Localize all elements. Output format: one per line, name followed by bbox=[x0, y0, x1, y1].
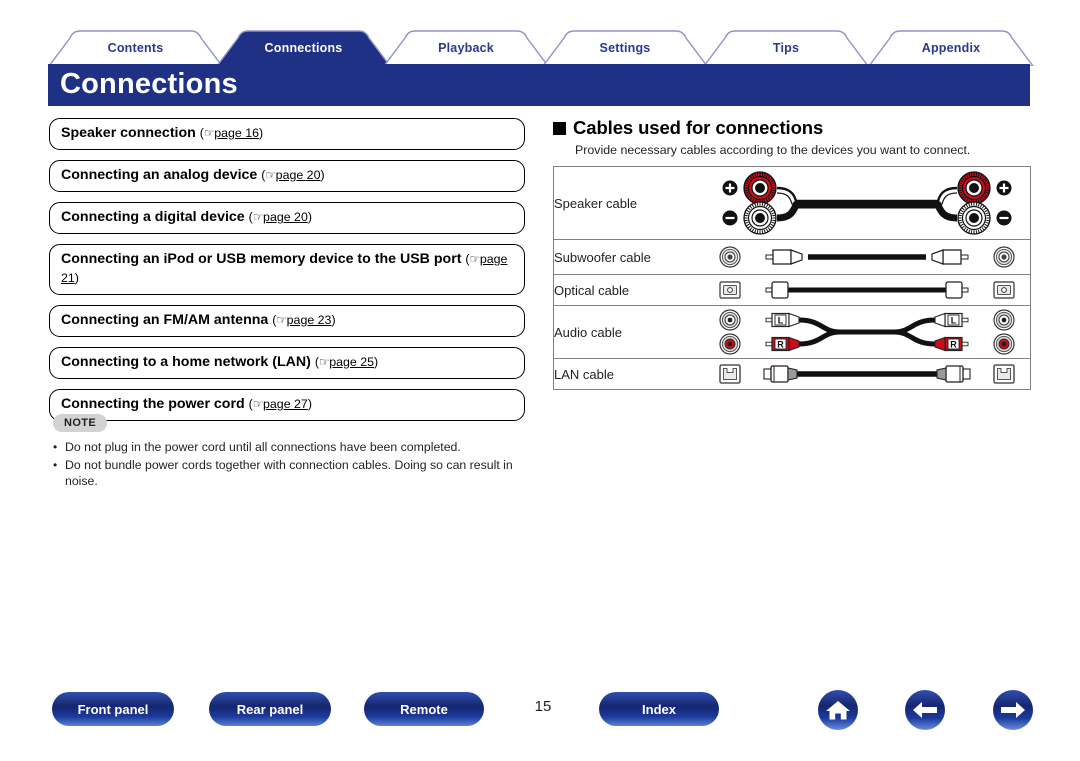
cables-section: Cables used for connections Provide nece… bbox=[553, 117, 1031, 390]
footer-button-label: Remote bbox=[400, 701, 448, 717]
section-link-ref: (☞page 20) bbox=[261, 168, 325, 182]
section-link-connecting-an-ipod-or-usb-memory-device-to-the-usb-port[interactable]: Connecting an iPod or USB memory device … bbox=[49, 244, 525, 295]
section-link-title: Connecting an FM/AM antenna bbox=[61, 312, 269, 328]
section-link-connecting-an-fm-am-antenna[interactable]: Connecting an FM/AM antenna (☞page 23) bbox=[49, 305, 525, 337]
bullet-square-icon bbox=[553, 121, 566, 135]
section-link-page: page 23 bbox=[286, 313, 332, 327]
page-title-bar: Connections bbox=[48, 64, 1030, 106]
audio-cable-diagram: L R L R bbox=[704, 306, 1031, 359]
section-link-title: Connecting an analog device bbox=[61, 167, 258, 183]
optical-cable-diagram bbox=[704, 275, 1031, 306]
svg-text:L: L bbox=[951, 315, 957, 325]
tab-label: Appendix bbox=[921, 41, 981, 55]
table-row: LAN cable bbox=[554, 359, 1031, 390]
section-link-title: Connecting a digital device bbox=[61, 209, 245, 225]
section-link-ref: (☞page 25) bbox=[314, 355, 379, 369]
section-link-title: Connecting to a home network (LAN) bbox=[61, 354, 311, 370]
section-link-speaker-connection[interactable]: Speaker connection (☞page 16) bbox=[49, 118, 525, 150]
table-row: Optical cable bbox=[553, 275, 1031, 306]
section-link-ref: (☞page 23) bbox=[272, 313, 336, 327]
pointing-hand-icon: ☞ bbox=[265, 168, 276, 182]
cable-name: Optical cable bbox=[554, 282, 630, 298]
tab-connections[interactable]: Connections bbox=[216, 30, 391, 66]
section-link-title: Connecting the power cord bbox=[61, 396, 245, 412]
section-link-page: page 25 bbox=[329, 355, 375, 369]
section-link-page: page 16 bbox=[214, 126, 259, 140]
section-link-page: page 20 bbox=[263, 210, 308, 224]
footer-button-label: Rear panel bbox=[236, 701, 304, 717]
page-number: 15 bbox=[534, 698, 552, 715]
note-item: Do not bundle power cords together with … bbox=[53, 457, 533, 490]
page-title: Connections bbox=[60, 67, 238, 100]
section-link-connecting-an-analog-device[interactable]: Connecting an analog device (☞page 20) bbox=[49, 160, 525, 192]
tab-playback[interactable]: Playback bbox=[383, 30, 549, 66]
section-link-ref: (☞page 27) bbox=[248, 397, 312, 411]
note-item: Do not plug in the power cord until all … bbox=[53, 439, 533, 456]
cable-name: LAN cable bbox=[554, 366, 614, 382]
table-row: Speaker cable bbox=[553, 167, 1031, 240]
footer-button-front-panel[interactable]: Front panel bbox=[52, 692, 174, 726]
svg-text:R: R bbox=[950, 339, 957, 349]
table-row: Subwoofer cable bbox=[553, 240, 1031, 275]
tab-label: Settings bbox=[599, 41, 651, 55]
section-link-title: Speaker connection bbox=[61, 125, 196, 141]
footer-button-rear-panel[interactable]: Rear panel bbox=[209, 692, 331, 726]
back-arrow-icon[interactable] bbox=[905, 690, 945, 730]
svg-text:L: L bbox=[778, 315, 784, 325]
home-icon[interactable] bbox=[818, 690, 858, 730]
forward-arrow-icon[interactable] bbox=[993, 690, 1033, 730]
lan-cable-diagram bbox=[704, 359, 1031, 390]
tab-label: Playback bbox=[438, 41, 494, 55]
section-link-connecting-a-digital-device[interactable]: Connecting a digital device (☞page 20) bbox=[49, 202, 525, 234]
note-block: NOTE Do not plug in the power cord until… bbox=[53, 413, 533, 491]
pointing-hand-icon: ☞ bbox=[252, 210, 264, 224]
speaker-cable-diagram bbox=[704, 167, 1031, 240]
tab-label: Connections bbox=[264, 41, 343, 55]
section-link-title: Connecting an iPod or USB memory device … bbox=[61, 251, 462, 267]
section-link-page: page 20 bbox=[275, 168, 321, 182]
cable-name: Subwoofer cable bbox=[554, 249, 651, 265]
note-badge: NOTE bbox=[53, 414, 108, 432]
cables-heading: Cables used for connections bbox=[553, 117, 1031, 139]
section-link-connecting-to-a-home-network-lan[interactable]: Connecting to a home network (LAN) (☞pag… bbox=[49, 347, 525, 379]
cables-subtitle: Provide necessary cables according to th… bbox=[575, 143, 971, 157]
tab-bar: Contents Connections Playback Settings Tips A… bbox=[48, 30, 1034, 66]
footer-button-label: Index bbox=[642, 701, 676, 717]
pointing-hand-icon: ☞ bbox=[469, 252, 481, 266]
tab-contents[interactable]: Contents bbox=[48, 30, 223, 66]
note-list: Do not plug in the power cord until all … bbox=[53, 439, 533, 490]
footer-button-remote[interactable]: Remote bbox=[364, 692, 484, 726]
footer-button-label: Front panel bbox=[77, 701, 149, 717]
tab-settings[interactable]: Settings bbox=[542, 30, 708, 66]
pointing-hand-icon: ☞ bbox=[318, 355, 330, 369]
section-link-page: page 27 bbox=[263, 397, 308, 411]
cable-name: Speaker cable bbox=[554, 195, 638, 211]
section-link-list: Speaker connection (☞page 16) Connecting … bbox=[49, 118, 525, 431]
cable-name: Audio cable bbox=[554, 324, 622, 340]
table-row: Audio cable L R L R bbox=[553, 306, 1031, 359]
subwoofer-cable-diagram bbox=[704, 240, 1031, 275]
pointing-hand-icon: ☞ bbox=[252, 397, 264, 411]
footer-button-index[interactable]: Index bbox=[599, 692, 719, 726]
tab-appendix[interactable]: Appendix bbox=[868, 30, 1034, 66]
tab-label: Contents bbox=[107, 41, 164, 55]
cables-table: Speaker cable Subwoofer cable Optical cabl… bbox=[553, 166, 1031, 390]
section-link-ref: (☞page 20) bbox=[248, 210, 312, 224]
tab-tips[interactable]: Tips bbox=[703, 30, 869, 66]
svg-text:R: R bbox=[777, 339, 784, 349]
tab-label: Tips bbox=[772, 41, 800, 55]
pointing-hand-icon: ☞ bbox=[276, 313, 287, 327]
pointing-hand-icon: ☞ bbox=[203, 126, 215, 140]
cables-heading-text: Cables used for connections bbox=[573, 117, 824, 138]
section-link-ref: (☞page 16) bbox=[199, 126, 264, 140]
